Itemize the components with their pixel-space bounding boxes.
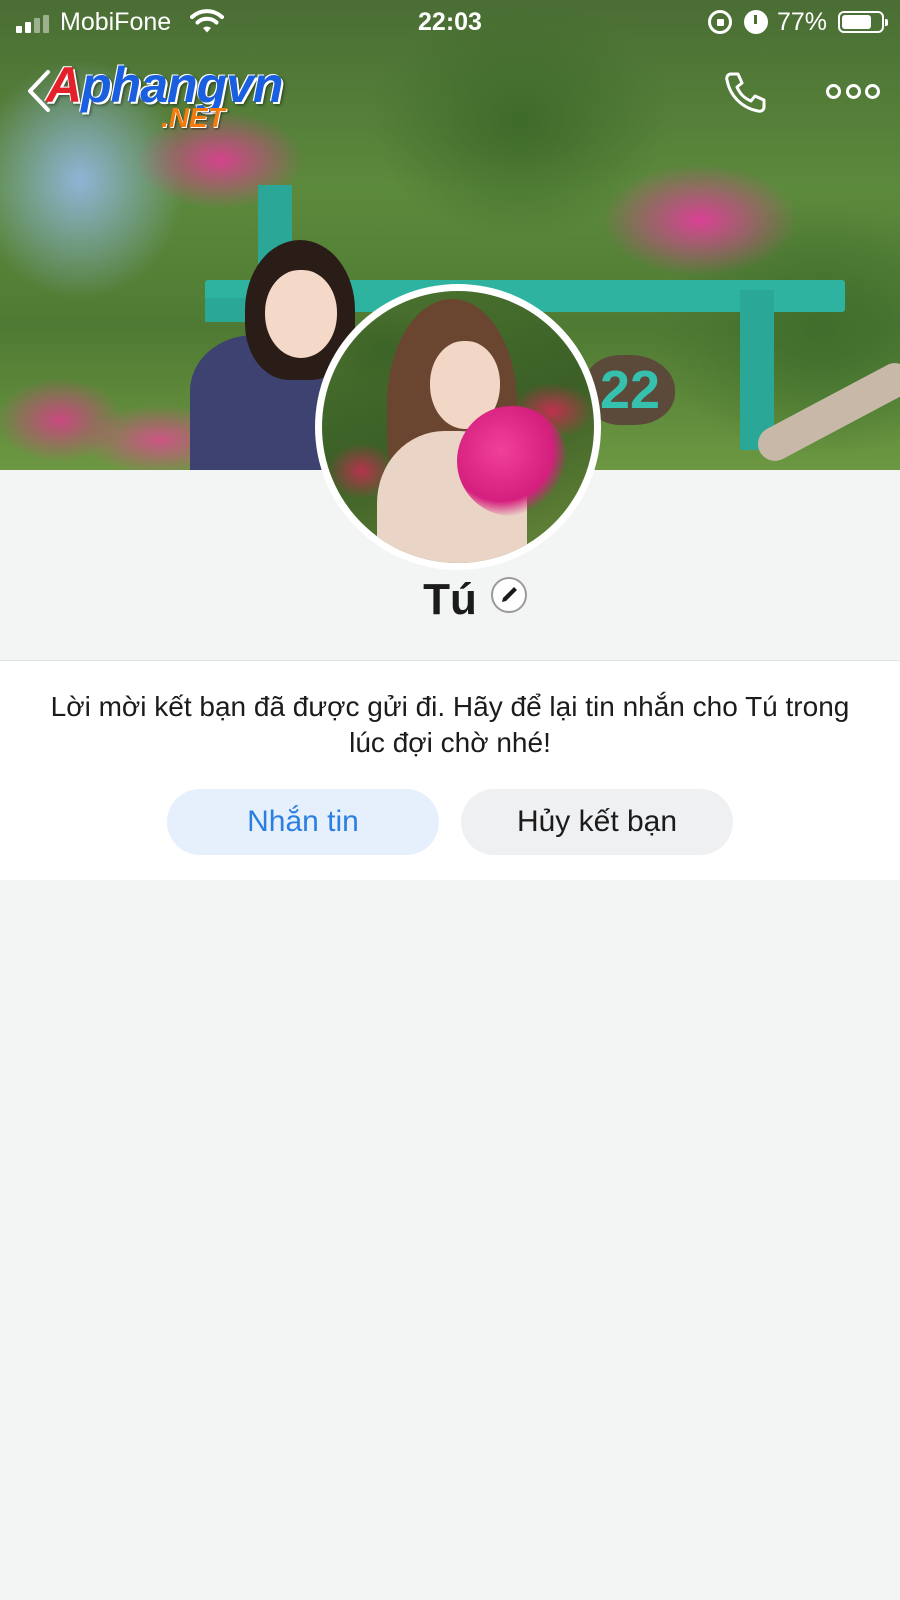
edit-name-button[interactable]	[491, 577, 527, 613]
friend-request-message: Lời mời kết bạn đã được gửi đi. Hãy để l…	[50, 691, 850, 758]
call-button[interactable]	[722, 70, 768, 114]
rotation-lock-icon	[708, 10, 732, 34]
back-button[interactable]	[20, 68, 60, 114]
more-dots-icon	[826, 83, 841, 99]
send-message-button[interactable]: Nhắn tin	[167, 789, 439, 855]
cancel-friend-request-button[interactable]: Hủy kết bạn	[461, 789, 733, 855]
more-options-button[interactable]	[826, 78, 880, 104]
alarm-icon	[744, 10, 768, 34]
battery-icon	[838, 11, 888, 33]
friend-request-panel: Lời mời kết bạn đã được gửi đi. Hãy để l…	[0, 660, 900, 880]
profile-name: Tú	[423, 575, 477, 624]
chevron-left-icon	[28, 70, 50, 112]
phone-icon	[725, 72, 766, 113]
profile-name-row: Tú	[0, 575, 900, 631]
pencil-icon	[502, 587, 517, 602]
battery-percent: 77%	[777, 8, 828, 36]
status-bar: MobiFone 22:03 77%	[0, 0, 900, 44]
profile-avatar[interactable]	[315, 284, 601, 570]
